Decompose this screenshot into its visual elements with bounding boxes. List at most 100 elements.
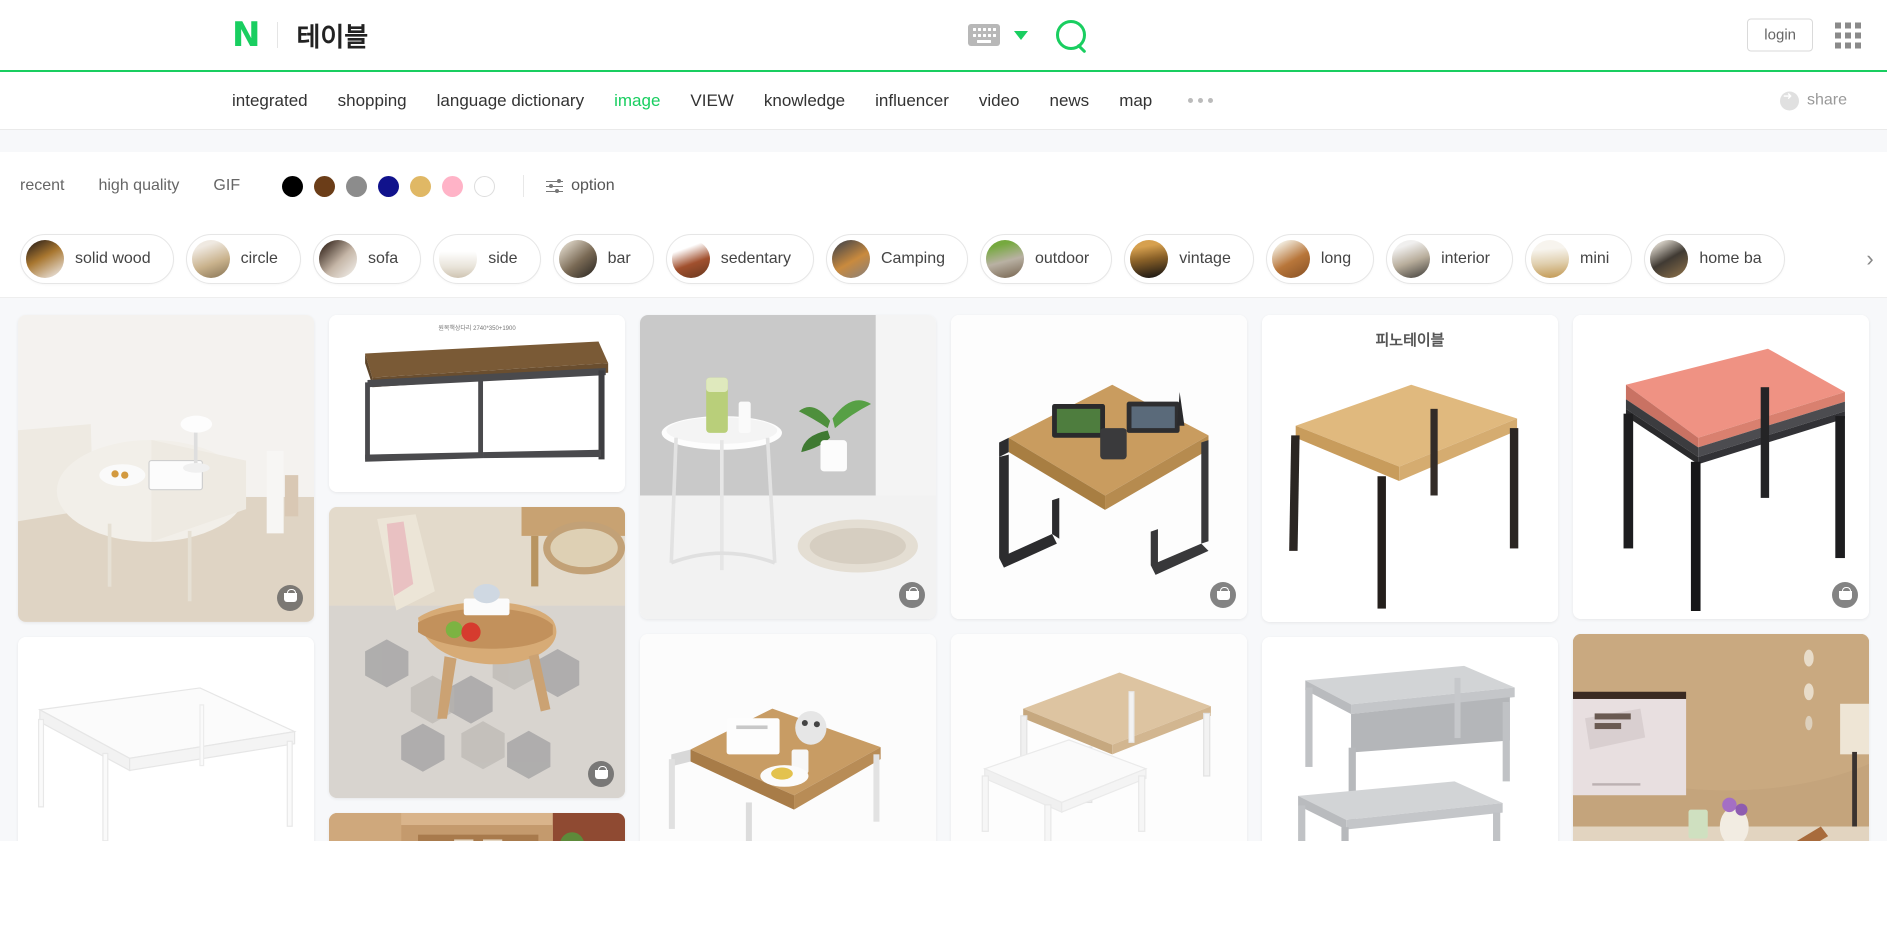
chip-sedentary[interactable]: sedentary [665, 233, 814, 284]
option-label: option [571, 177, 615, 194]
apps-grid-icon[interactable] [1835, 22, 1861, 48]
result-tile-white-leg-square-table[interactable] [951, 634, 1247, 841]
image-results: 원목책상다리 2740*350+1900 피노테이블 [0, 298, 1887, 841]
result-column: 원목책상다리 2740*350+1900 [329, 315, 625, 841]
result-tile-dining-room-wood-set[interactable] [329, 813, 625, 841]
nav-item-influencer[interactable]: influencer [875, 91, 949, 111]
tile-image [951, 634, 1247, 841]
filter-recent[interactable]: recent [20, 177, 64, 195]
result-tile-wood-top-white-leg-tea-table[interactable] [640, 634, 936, 841]
tile-image [951, 315, 1247, 620]
chip-label: vintage [1179, 249, 1231, 267]
color-swatch-navy[interactable] [378, 175, 400, 197]
nav-item-list: integrated shopping language dictionary … [232, 91, 1214, 111]
search-query-text: 테이블 [296, 21, 369, 52]
nav-item-language-dictionary[interactable]: language dictionary [437, 91, 584, 111]
search-icon[interactable] [1056, 20, 1086, 50]
chip-thumbnail [831, 239, 870, 278]
chip-label: long [1320, 249, 1352, 267]
nav-item-view[interactable]: VIEW [690, 91, 733, 111]
chip-thumbnail [671, 239, 710, 278]
site-header: N 테이블 login [0, 0, 1887, 72]
share-button[interactable]: share [1779, 89, 1847, 110]
chip-thumbnail [439, 239, 478, 278]
header-right-actions: login [1747, 18, 1861, 52]
brand-area: N 테이블 [232, 17, 368, 54]
chip-solid-wood[interactable]: solid wood [20, 233, 174, 284]
tile-image [18, 636, 314, 841]
naver-logo[interactable]: N [232, 18, 260, 52]
chip-label: interior [1441, 249, 1490, 267]
category-nav: integrated shopping language dictionary … [0, 72, 1887, 130]
filter-gif[interactable]: GIF [213, 177, 240, 195]
chip-circle[interactable]: circle [185, 233, 301, 284]
nav-item-knowledge[interactable]: knowledge [764, 91, 845, 111]
chip-label: Camping [880, 249, 945, 267]
chip-sofa[interactable]: sofa [312, 233, 422, 284]
nav-item-integrated[interactable]: integrated [232, 91, 308, 111]
result-column [951, 315, 1247, 841]
option-button[interactable]: option [546, 177, 615, 195]
chip-side[interactable]: side [433, 233, 541, 284]
result-tile-wood-steel-leg-low-table[interactable] [951, 315, 1247, 620]
chip-home-bar[interactable]: home ba [1644, 233, 1785, 284]
result-tile-wood-top-steel-long-console[interactable]: 원목책상다리 2740*350+1900 [329, 315, 625, 492]
more-dots-icon[interactable] [1188, 98, 1214, 103]
chip-long[interactable]: long [1265, 233, 1375, 284]
chip-label: mini [1580, 249, 1610, 267]
chip-thumbnail [558, 239, 597, 278]
tile-image [329, 315, 625, 492]
result-tile-pink-top-black-leg-table[interactable] [1573, 315, 1869, 620]
nav-item-shopping[interactable]: shopping [338, 91, 407, 111]
tile-image [329, 813, 625, 841]
result-column [640, 315, 936, 841]
result-tile-pino-table-product[interactable]: 피노테이블 [1262, 315, 1558, 622]
shopping-cart-badge[interactable] [277, 584, 303, 611]
color-swatch-pink[interactable] [442, 175, 464, 197]
filter-bar: recent high quality GIF option [0, 152, 1887, 220]
chip-thumbnail [1130, 239, 1169, 278]
chip-bar[interactable]: bar [552, 233, 654, 284]
tile-image [1262, 315, 1558, 622]
tile-image [1262, 636, 1558, 841]
nav-item-news[interactable]: news [1050, 91, 1090, 111]
result-tile-grey-school-desk-pair[interactable] [1262, 636, 1558, 841]
brand-divider [277, 22, 279, 48]
color-swatch-white[interactable] [474, 175, 496, 197]
color-swatch-brown[interactable] [314, 175, 336, 197]
chip-outdoor[interactable]: outdoor [979, 233, 1113, 284]
nav-item-image[interactable]: image [614, 91, 660, 111]
color-swatch-black[interactable] [282, 175, 304, 197]
nav-item-map[interactable]: map [1119, 91, 1152, 111]
shopping-cart-badge[interactable] [588, 761, 614, 788]
share-icon [1779, 89, 1799, 110]
login-button[interactable]: login [1747, 18, 1813, 52]
chevron-right-icon[interactable]: › [1845, 240, 1881, 277]
result-tile-white-round-side-table-plant[interactable] [640, 315, 936, 620]
result-tile-white-oval-folding-table-room[interactable] [18, 315, 314, 622]
chip-vintage[interactable]: vintage [1124, 233, 1254, 284]
keyword-chip-row: solid wood circle sofa side bar sedentar… [0, 220, 1887, 298]
filter-high-quality[interactable]: high quality [98, 177, 179, 195]
tile-note: 원목책상다리 2740*350+1900 [438, 326, 516, 332]
result-tile-interior-poster-wall-scene[interactable] [1573, 634, 1869, 841]
chip-interior[interactable]: interior [1386, 233, 1513, 284]
tile-image [640, 634, 936, 841]
chip-list: solid wood circle sofa side bar sedentar… [0, 220, 1887, 297]
chip-label: solid wood [75, 249, 151, 267]
result-tile-white-rect-frame-table[interactable] [18, 636, 314, 841]
section-gap [0, 130, 1887, 152]
tile-image [640, 315, 936, 620]
result-tile-wood-round-coffee-table-rug[interactable] [329, 506, 625, 799]
chip-label: side [488, 249, 518, 267]
nav-item-video[interactable]: video [979, 91, 1020, 111]
color-swatch-gray[interactable] [346, 175, 368, 197]
chevron-down-icon[interactable] [1014, 30, 1028, 40]
chip-label: sedentary [720, 249, 791, 267]
chip-mini[interactable]: mini [1525, 233, 1633, 284]
filter-divider [523, 175, 525, 197]
color-swatch-gold[interactable] [410, 175, 432, 197]
keyboard-icon[interactable] [968, 24, 1000, 46]
chip-camping[interactable]: Camping [825, 233, 968, 284]
result-column [1573, 315, 1869, 841]
